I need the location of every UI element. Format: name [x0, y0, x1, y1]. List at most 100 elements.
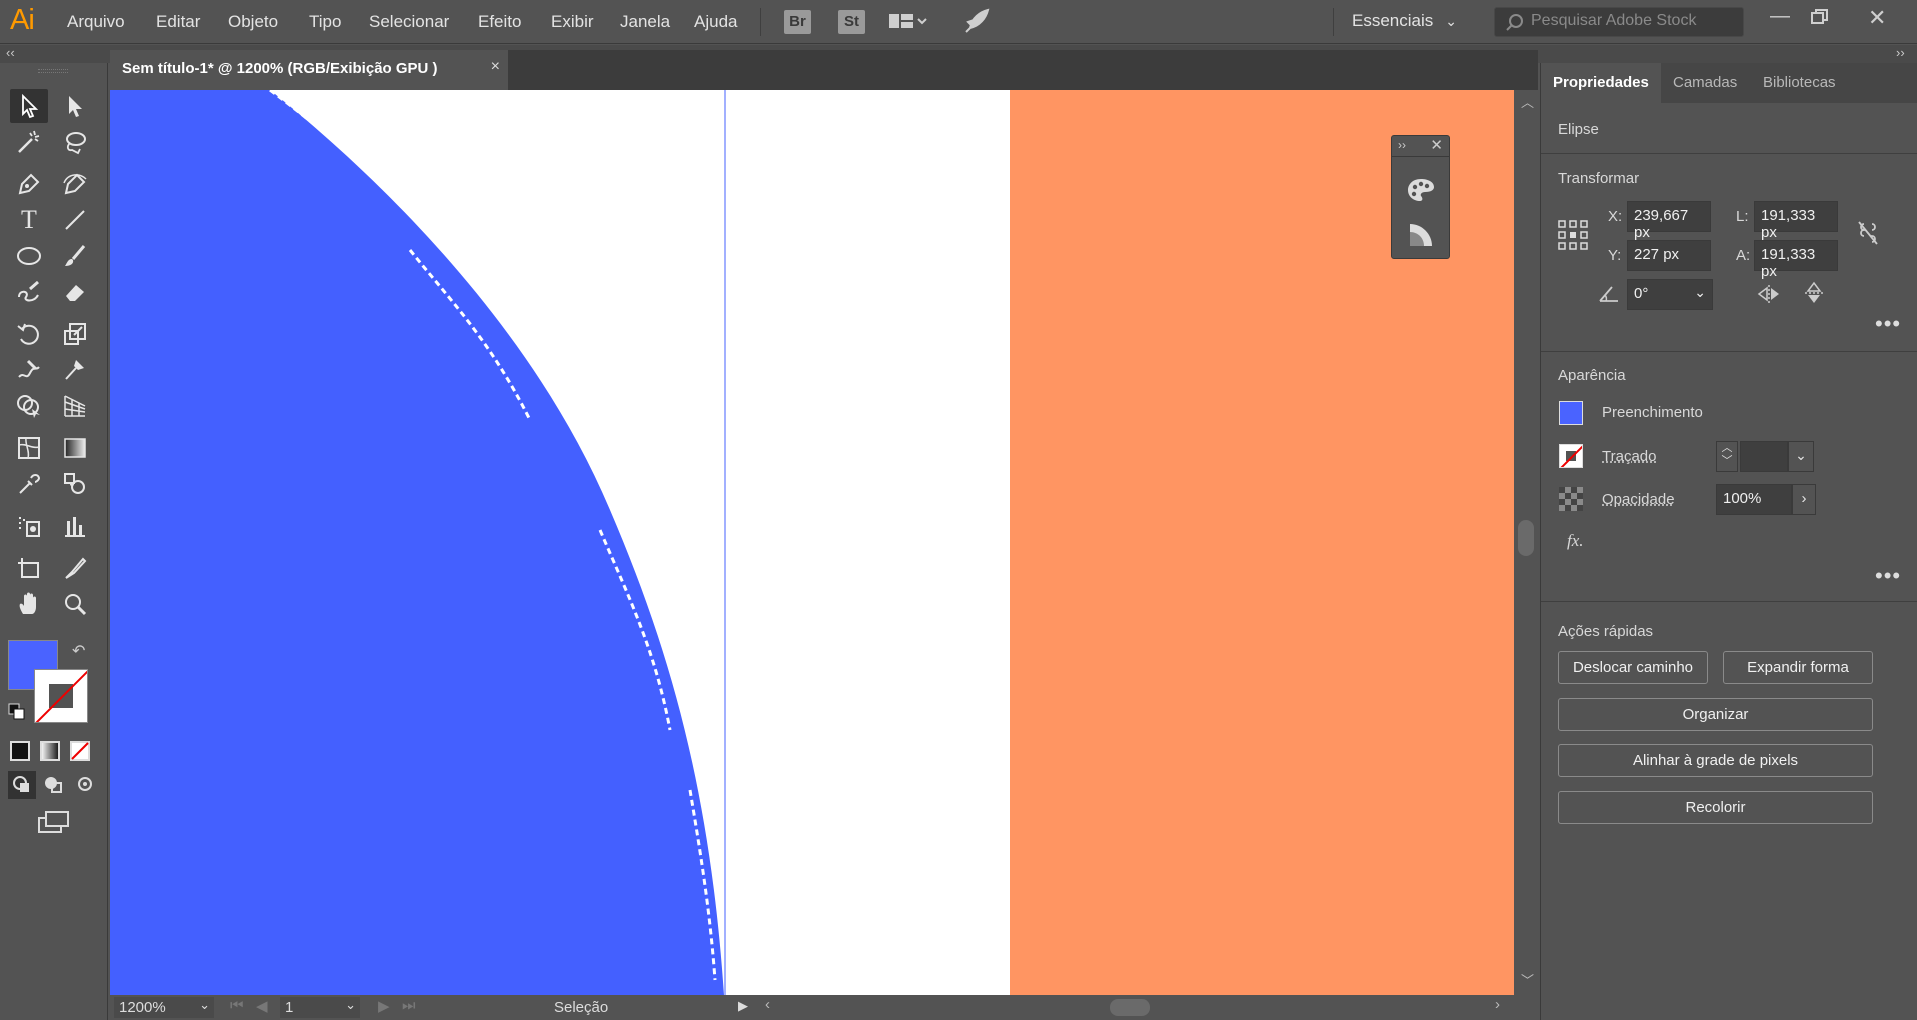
zoom-tool-icon[interactable]: [56, 587, 94, 621]
close-window-icon[interactable]: ✕: [1868, 5, 1886, 31]
workspace-switcher[interactable]: Essenciais ⌄: [1352, 11, 1457, 31]
default-fill-stroke-icon[interactable]: [8, 703, 26, 725]
artboard-number-field[interactable]: 1 ⌄: [280, 997, 360, 1018]
artboard-tool-icon[interactable]: [10, 551, 48, 585]
tab-bibliotecas[interactable]: Bibliotecas: [1751, 63, 1848, 103]
toolbar-grip[interactable]: [38, 69, 68, 73]
blend-tool-icon[interactable]: [56, 467, 94, 501]
stroke-label[interactable]: Traçado: [1602, 448, 1656, 465]
vertical-scrollbar[interactable]: ︿ ﹀: [1514, 90, 1538, 995]
swap-fill-stroke-icon[interactable]: ↶: [72, 641, 85, 661]
fill-color-swatch[interactable]: [1559, 401, 1583, 425]
menu-selecionar[interactable]: Selecionar: [369, 12, 449, 32]
recolor-button[interactable]: Recolorir: [1558, 791, 1873, 824]
opacity-field[interactable]: 100%: [1716, 484, 1792, 515]
puppet-warp-tool-icon[interactable]: [56, 353, 94, 387]
chevron-down-icon[interactable]: ⌄: [1694, 284, 1706, 301]
direct-selection-tool-icon[interactable]: [56, 89, 94, 123]
color-palette-icon[interactable]: [1406, 177, 1436, 207]
tab-camadas[interactable]: Camadas: [1661, 63, 1749, 103]
perspective-grid-tool-icon[interactable]: [56, 389, 94, 423]
menu-ajuda[interactable]: Ajuda: [694, 12, 737, 32]
fx-icon[interactable]: fx.: [1567, 531, 1584, 551]
zoom-field[interactable]: 1200% ⌄: [114, 997, 214, 1018]
mesh-tool-icon[interactable]: [10, 431, 48, 465]
status-menu-icon[interactable]: ▶: [738, 998, 748, 1014]
scroll-up-icon[interactable]: ︿: [1521, 92, 1534, 111]
gradient-tool-icon[interactable]: [56, 431, 94, 465]
magic-wand-tool-icon[interactable]: [10, 125, 48, 159]
warp-tool-icon[interactable]: [10, 353, 48, 387]
height-field[interactable]: 191,333 px: [1754, 240, 1838, 280]
stroke-color-swatch[interactable]: [1559, 444, 1583, 468]
expand-shape-button[interactable]: Expandir forma: [1723, 651, 1873, 684]
column-graph-tool-icon[interactable]: [56, 509, 94, 543]
rotate-tool-icon[interactable]: [10, 317, 48, 351]
screen-mode-icon[interactable]: [36, 809, 70, 835]
reference-point-icon[interactable]: [1558, 220, 1588, 254]
eraser-tool-icon[interactable]: [56, 275, 94, 309]
document-tab[interactable]: Sem título-1* @ 1200% (RGB/Exibição GPU …: [110, 50, 508, 90]
opacity-expand-button[interactable]: ›: [1792, 484, 1816, 515]
pen-tool-icon[interactable]: [10, 167, 48, 201]
x-position-field[interactable]: 239,667 px: [1627, 201, 1711, 241]
scroll-left-icon[interactable]: ‹: [765, 996, 770, 1013]
menu-objeto[interactable]: Objeto: [228, 12, 278, 32]
stroke-weight-stepper[interactable]: ︿ ﹀: [1716, 441, 1738, 472]
hand-tool-icon[interactable]: [10, 587, 48, 621]
restore-icon[interactable]: [1810, 8, 1830, 30]
paintbrush-tool-icon[interactable]: [56, 239, 94, 273]
gradient-mode-icon[interactable]: [40, 741, 60, 765]
arrange-documents-icon[interactable]: [888, 11, 928, 37]
next-artboard-icon[interactable]: ▶: [378, 997, 390, 1015]
more-options-icon[interactable]: •••: [1875, 311, 1901, 337]
more-options-icon[interactable]: •••: [1875, 563, 1901, 589]
horizontal-scroll-thumb[interactable]: [1110, 999, 1150, 1016]
draw-normal-icon[interactable]: [8, 771, 36, 799]
menu-janela[interactable]: Janela: [620, 12, 670, 32]
close-panel-icon[interactable]: ✕: [1430, 136, 1443, 154]
decrement-icon[interactable]: ﹀: [1722, 455, 1733, 467]
last-artboard-icon[interactable]: ⏭: [402, 997, 416, 1014]
flip-horizontal-icon[interactable]: [1757, 283, 1781, 309]
draw-inside-icon[interactable]: [72, 771, 100, 799]
color-mode-icon[interactable]: [10, 741, 30, 765]
vertical-scroll-thumb[interactable]: [1518, 520, 1534, 556]
blue-ellipse[interactable]: [110, 90, 724, 995]
stroke-weight-field[interactable]: [1740, 441, 1788, 472]
shape-builder-tool-icon[interactable]: [10, 389, 48, 423]
align-pixel-grid-button[interactable]: Alinhar à grade de pixels: [1558, 744, 1873, 777]
type-tool-icon[interactable]: T: [10, 203, 48, 237]
y-position-field[interactable]: 227 px: [1627, 240, 1711, 271]
collapse-right-icon[interactable]: ››: [1896, 45, 1905, 60]
menu-arquivo[interactable]: Arquivo: [67, 12, 125, 32]
tab-propriedades[interactable]: Propriedades: [1541, 63, 1661, 103]
menu-exibir[interactable]: Exibir: [551, 12, 594, 32]
close-tab-icon[interactable]: ×: [491, 58, 500, 76]
gradient-panel-icon[interactable]: [1408, 222, 1434, 252]
prev-artboard-icon[interactable]: ◀: [256, 997, 268, 1015]
scroll-down-icon[interactable]: ﹀: [1521, 970, 1534, 989]
angle-field[interactable]: 0° ⌄: [1627, 279, 1713, 310]
expand-panel-icon[interactable]: ››: [1398, 138, 1406, 152]
offset-path-button[interactable]: Deslocar caminho: [1558, 651, 1708, 684]
constrain-proportions-icon[interactable]: [1856, 220, 1880, 250]
flip-vertical-icon[interactable]: [1803, 281, 1825, 309]
none-mode-icon[interactable]: [70, 741, 90, 765]
line-tool-icon[interactable]: [56, 203, 94, 237]
shaper-tool-icon[interactable]: [10, 275, 48, 309]
selection-tool-icon[interactable]: [10, 89, 48, 123]
draw-behind-icon[interactable]: [40, 771, 68, 799]
curvature-tool-icon[interactable]: [56, 167, 94, 201]
stock-search-input[interactable]: Pesquisar Adobe Stock: [1494, 7, 1744, 37]
eyedropper-tool-icon[interactable]: [10, 467, 48, 501]
minimize-icon[interactable]: —: [1770, 5, 1790, 28]
stroke-swatch[interactable]: [34, 669, 88, 723]
rocket-icon[interactable]: [962, 8, 990, 40]
slice-tool-icon[interactable]: [56, 551, 94, 585]
increment-icon[interactable]: ︿: [1722, 442, 1733, 454]
width-field[interactable]: 191,333 px: [1754, 201, 1838, 241]
menu-tipo[interactable]: Tipo: [309, 12, 341, 32]
stock-button[interactable]: St: [838, 10, 865, 34]
arrange-button[interactable]: Organizar: [1558, 698, 1873, 731]
